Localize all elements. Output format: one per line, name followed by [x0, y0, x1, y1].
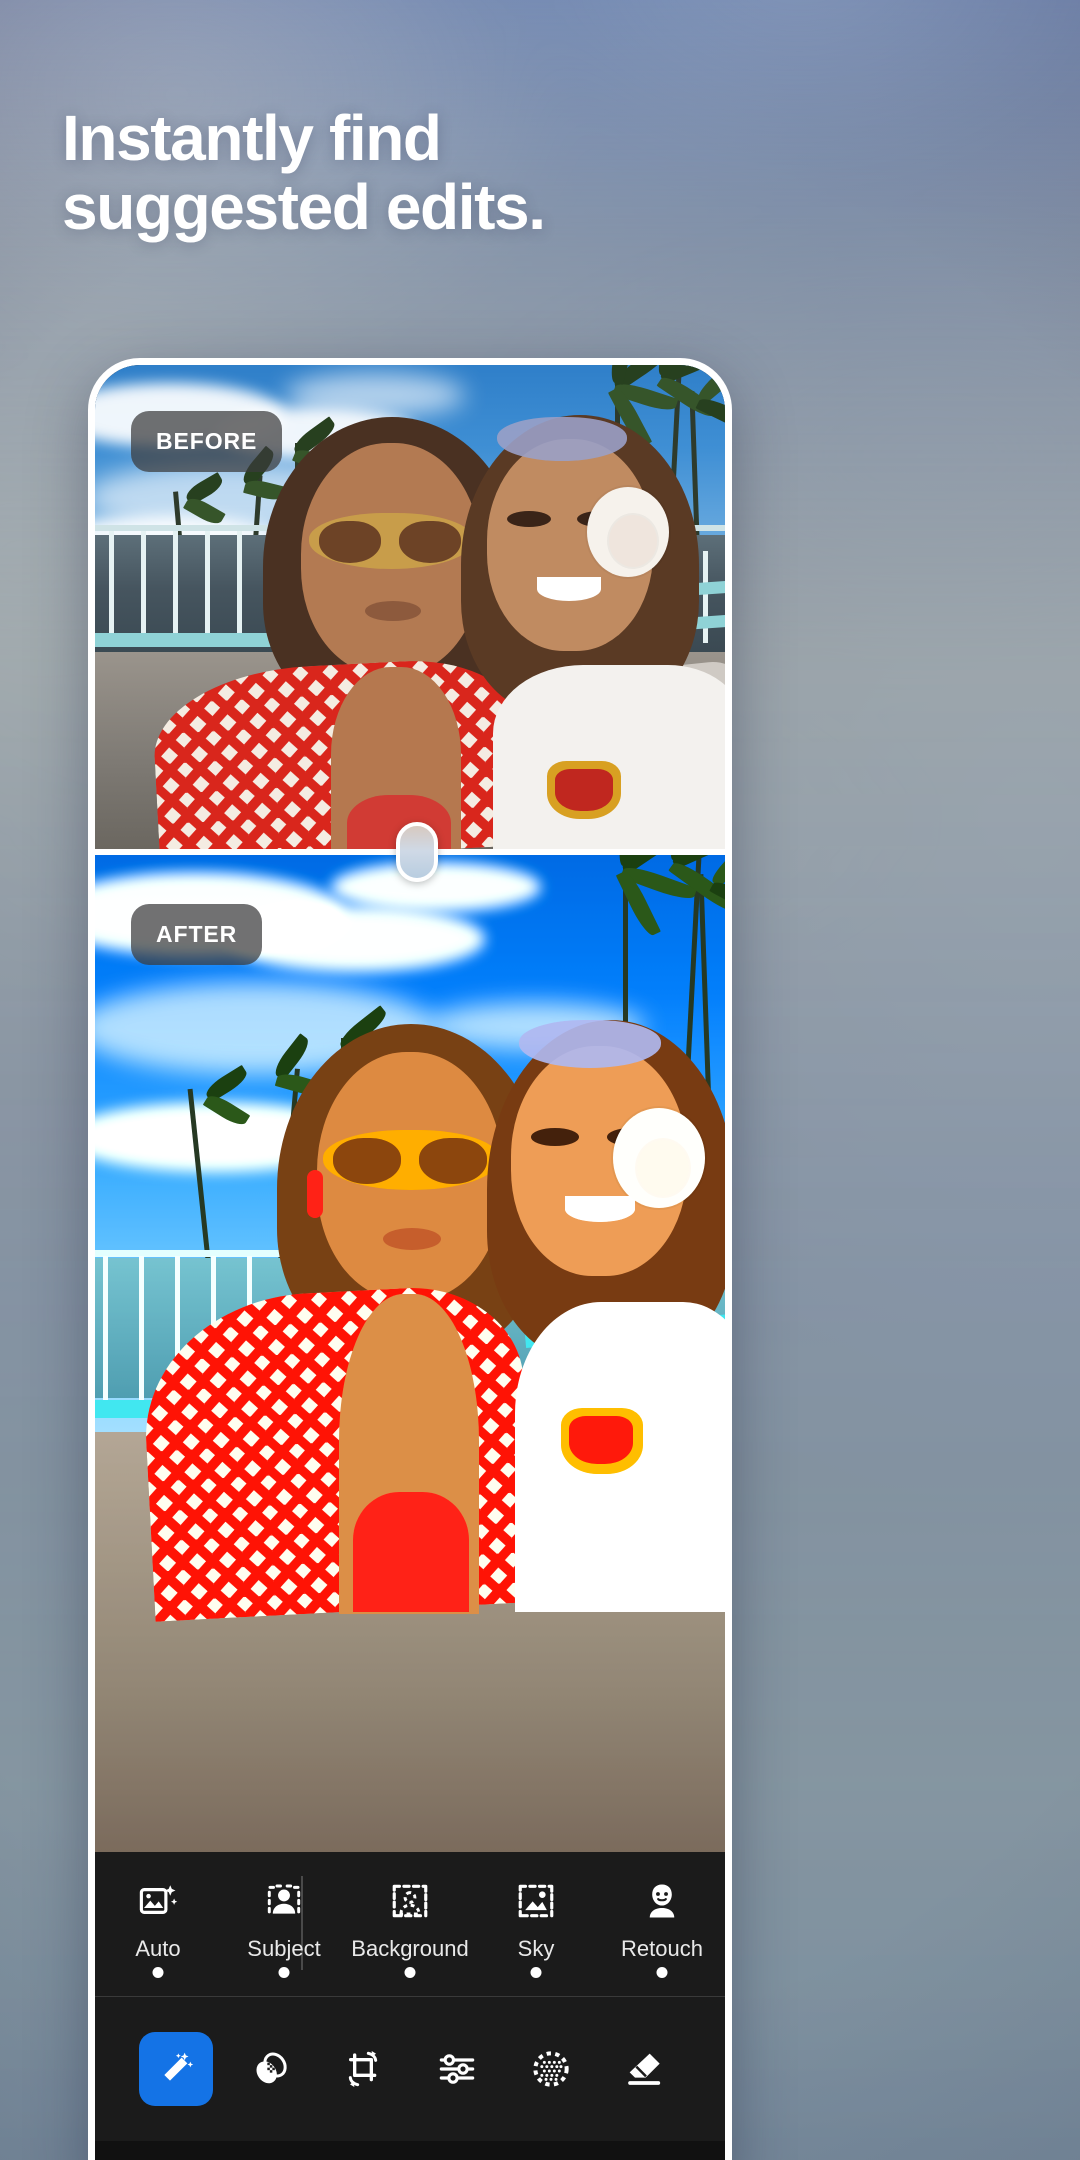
- suggestions-toolbar: Auto Subject Background Sky Retouch: [95, 1852, 725, 1996]
- healing-brush-icon: [233, 2032, 307, 2106]
- before-image-pane[interactable]: BEFORE: [95, 365, 725, 852]
- suggestion-retouch[interactable]: Retouch: [599, 1880, 725, 1978]
- suggestion-label: Sky: [517, 1936, 555, 1961]
- selection-tool[interactable]: [504, 2032, 598, 2106]
- phone-mockup: BEFORE AFTER Auto Subject Background Sky…: [88, 358, 732, 2160]
- crop-rotate-tool[interactable]: [316, 2032, 410, 2106]
- suggestion-sky[interactable]: Sky: [473, 1880, 599, 1978]
- dotted-circle-icon: [514, 2032, 588, 2106]
- page-title: Instantly find suggested edits.: [62, 102, 762, 244]
- headline-line-2: suggested edits.: [62, 171, 546, 244]
- suggestion-indicator-dot: [656, 1967, 668, 1978]
- eraser-icon: [607, 2032, 681, 2106]
- suggestion-label: Auto: [135, 1936, 181, 1961]
- after-photo: [95, 852, 725, 1852]
- suggestion-label: Subject: [247, 1936, 321, 1961]
- select-background-icon: [389, 1880, 431, 1922]
- crop-rotate-icon: [326, 2032, 400, 2106]
- eraser-tool[interactable]: [597, 2032, 691, 2106]
- select-subject-icon: [263, 1880, 305, 1922]
- before-badge: BEFORE: [131, 411, 283, 472]
- suggestion-label: Background: [351, 1936, 469, 1961]
- suggestion-indicator-dot: [152, 1967, 164, 1978]
- suggestion-label: Retouch: [621, 1936, 703, 1961]
- suggestion-auto[interactable]: Auto: [95, 1880, 221, 1978]
- magic-wand-tool[interactable]: [129, 2032, 223, 2106]
- suggestion-indicator-dot: [278, 1967, 290, 1978]
- suggestion-background[interactable]: Background: [347, 1880, 473, 1978]
- sliders-icon: [420, 2032, 494, 2106]
- healing-tool[interactable]: [223, 2032, 317, 2106]
- suggestion-indicator-dot: [530, 1967, 542, 1978]
- retouch-face-icon: [641, 1880, 683, 1922]
- auto-enhance-icon: [137, 1880, 179, 1922]
- before-after-slider-handle[interactable]: [396, 822, 438, 882]
- magic-wand-icon: [138, 2032, 213, 2106]
- suggestion-subject[interactable]: Subject: [221, 1880, 347, 1978]
- after-badge: AFTER: [131, 904, 263, 965]
- adjustments-tool[interactable]: [410, 2032, 504, 2106]
- headline-line-1: Instantly find: [62, 102, 442, 174]
- editor-toolbar: [95, 1996, 725, 2141]
- after-image-pane[interactable]: AFTER: [95, 852, 725, 1852]
- suggestion-indicator-dot: [404, 1967, 416, 1978]
- select-sky-icon: [515, 1880, 557, 1922]
